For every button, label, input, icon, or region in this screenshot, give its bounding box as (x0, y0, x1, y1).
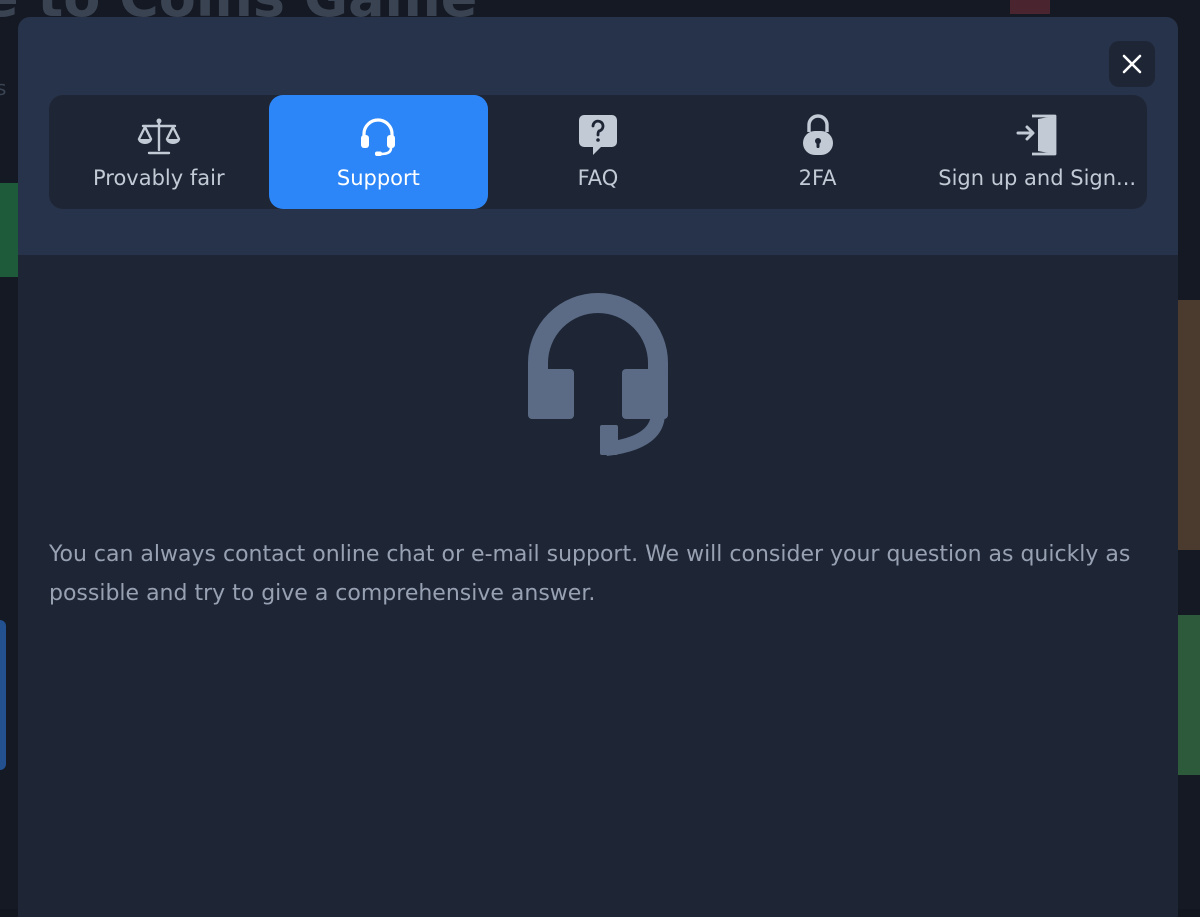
modal-tabs: Provably fair Support FAQ 2FA Sign up an… (49, 95, 1147, 209)
background-game-thumbnail (1178, 300, 1200, 550)
tab-faq[interactable]: FAQ (488, 95, 708, 209)
headset-icon (528, 293, 668, 456)
close-icon (1122, 54, 1142, 74)
background-blue-card (0, 620, 6, 770)
tab-2fa[interactable]: 2FA (708, 95, 928, 209)
info-modal: Provably fair Support FAQ 2FA Sign up an… (18, 17, 1178, 917)
background-green-banner (0, 183, 18, 277)
tab-label: Sign up and Sign... (938, 166, 1137, 190)
tab-label: Provably fair (92, 166, 225, 190)
scales-icon (137, 118, 180, 155)
headset-icon (361, 118, 396, 156)
tab-sign-up-sign-in[interactable]: Sign up and Sign... (927, 95, 1147, 209)
background-page-subtitle: s (0, 76, 7, 100)
tab-label: 2FA (798, 166, 837, 190)
modal-header: Provably fair Support FAQ 2FA Sign up an… (18, 17, 1178, 255)
tab-provably-fair[interactable]: Provably fair (49, 95, 269, 209)
question-bubble-icon (578, 115, 617, 155)
tab-label: Support (336, 166, 420, 190)
support-panel: You can always contact online chat or e-… (18, 255, 1178, 917)
background-decoration (1010, 0, 1050, 14)
padlock-icon (802, 114, 833, 155)
tab-support[interactable]: Support (268, 95, 489, 209)
close-button[interactable] (1109, 41, 1155, 87)
sign-in-door-icon (1016, 114, 1057, 156)
background-game-thumbnail (1178, 615, 1200, 775)
tab-label: FAQ (577, 166, 619, 190)
support-description: You can always contact online chat or e-… (49, 542, 1131, 606)
